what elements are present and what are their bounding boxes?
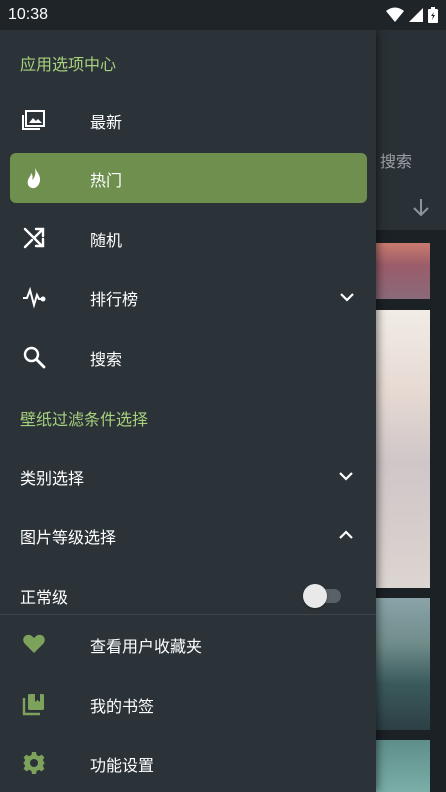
nav-label-search: 搜索	[90, 350, 123, 369]
nav-item-ranking[interactable]: 排行榜	[10, 272, 367, 322]
gear-icon	[23, 752, 45, 774]
image-icon	[22, 110, 45, 130]
nav-label-popular: 热门	[90, 171, 123, 190]
nav-item-settings[interactable]: 功能设置	[10, 738, 367, 788]
main-app-background: 搜索	[376, 0, 446, 792]
status-bar: 10:38	[0, 0, 446, 30]
nav-item-search[interactable]: 搜索	[10, 332, 367, 382]
signal-icon	[409, 8, 423, 22]
normal-level-toggle[interactable]	[303, 584, 343, 608]
status-icons	[386, 7, 438, 23]
chevron-up-icon[interactable]	[336, 525, 356, 545]
category-filter-row[interactable]: 类别选择	[0, 451, 376, 501]
main-toolbar: 搜索	[376, 30, 446, 230]
arrow-down-icon	[413, 199, 429, 217]
chevron-down-icon[interactable]	[336, 466, 356, 486]
wallpaper-thumbnail	[376, 598, 430, 730]
activity-icon	[23, 286, 46, 309]
nav-label-user-favorites: 查看用户收藏夹	[90, 637, 203, 656]
category-filter-label: 类别选择	[20, 469, 85, 488]
drawer-divider	[0, 614, 376, 615]
toggle-thumb	[303, 584, 327, 608]
nav-item-user-favorites[interactable]: 查看用户收藏夹	[10, 619, 367, 669]
wallpaper-thumbnail	[376, 243, 430, 299]
normal-level-label: 正常级	[20, 588, 69, 607]
nav-item-bookmarks[interactable]: 我的书签	[10, 679, 367, 729]
nav-label-latest: 最新	[90, 113, 123, 132]
main-search-label: 搜索	[380, 152, 413, 171]
wallpaper-thumbnail	[376, 740, 430, 792]
navigation-drawer: 应用选项中心 最新 热门 随机 排行榜 搜索 壁纸过滤条件选择 类别选择 图片等…	[0, 30, 376, 792]
app-options-header: 应用选项中心	[20, 55, 117, 74]
nav-label-bookmarks: 我的书签	[90, 697, 155, 716]
heart-icon	[23, 634, 45, 653]
status-time: 10:38	[8, 6, 49, 23]
shuffle-icon	[23, 227, 45, 249]
nav-item-popular[interactable]: 热门	[10, 153, 367, 203]
nav-item-latest[interactable]: 最新	[10, 95, 367, 145]
purity-filter-label: 图片等级选择	[20, 528, 117, 547]
battery-icon	[428, 7, 438, 23]
wallpaper-filter-header: 壁纸过滤条件选择	[20, 410, 149, 429]
nav-label-random: 随机	[90, 231, 123, 250]
chevron-down-icon[interactable]	[337, 287, 357, 307]
nav-label-settings: 功能设置	[90, 756, 155, 775]
wallpaper-thumbnail	[376, 310, 430, 588]
nav-label-ranking: 排行榜	[90, 290, 139, 309]
bookmark-icon	[22, 694, 44, 716]
nav-item-random[interactable]: 随机	[10, 213, 367, 263]
wifi-icon	[386, 7, 404, 22]
flame-icon	[27, 167, 41, 189]
search-icon	[23, 346, 46, 369]
purity-filter-row[interactable]: 图片等级选择	[0, 510, 376, 560]
